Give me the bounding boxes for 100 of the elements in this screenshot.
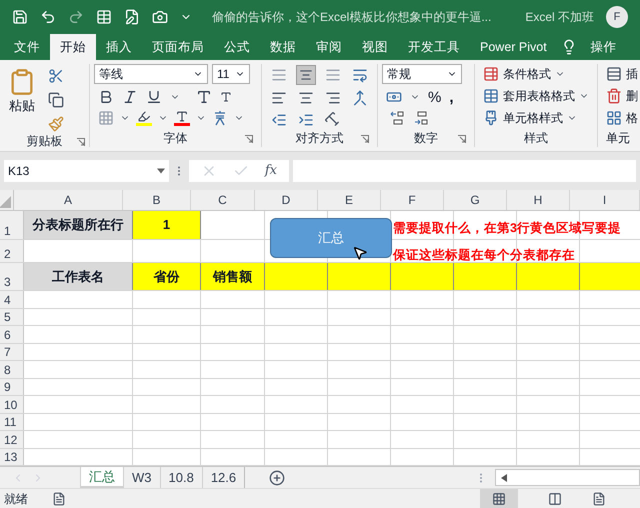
ribbon-tab[interactable]: 开始 (50, 34, 96, 60)
dialog-launcher-icon[interactable] (77, 138, 85, 146)
align-center-icon[interactable] (298, 90, 314, 106)
camera-icon[interactable] (152, 9, 168, 25)
styles-command[interactable]: 套用表格格式 (483, 86, 589, 105)
status-text: 就绪 (4, 490, 28, 508)
ribbon-tab[interactable]: 数据 (260, 34, 306, 60)
rows-icon (606, 66, 622, 82)
row-header[interactable]: 1 (0, 211, 24, 239)
paste-button[interactable]: 粘贴 (0, 64, 40, 132)
ribbon-tab[interactable]: 文件 (4, 34, 50, 60)
grow-font-icon[interactable] (196, 89, 212, 105)
table-icon[interactable] (96, 9, 112, 25)
number-format-field[interactable]: 常规 (382, 64, 462, 84)
formula-field[interactable] (293, 160, 636, 182)
grid-icon (492, 492, 506, 506)
name-box[interactable]: K13 (4, 160, 169, 182)
cells-command[interactable]: 插 (606, 64, 640, 83)
comma-button[interactable]: , (449, 90, 454, 104)
row-header[interactable]: 6 (0, 326, 24, 342)
underline-icon[interactable] (146, 89, 162, 105)
table-icon (483, 66, 499, 82)
table-icon (483, 88, 499, 104)
caret-icon[interactable] (157, 167, 165, 175)
table-cell: 销售额 (201, 263, 265, 290)
row-header[interactable]: 2 (0, 240, 24, 262)
row-header[interactable]: 4 (0, 291, 24, 308)
horizontal-scrollbar[interactable] (495, 469, 640, 486)
ribbon-tab[interactable]: 视图 (352, 34, 398, 60)
cells-command[interactable]: 删 (606, 86, 640, 105)
column-header[interactable]: E (318, 190, 381, 210)
column-header[interactable]: C (191, 190, 255, 210)
group-title: 数字 (414, 130, 438, 147)
row-header[interactable]: 3 (0, 263, 24, 290)
increase-indent-icon[interactable] (298, 112, 314, 128)
styles-command[interactable]: 单元格样式 (483, 108, 589, 127)
mouse-pointer-icon (352, 245, 368, 261)
middle-align-icon[interactable] (296, 64, 316, 85)
decrease-indent-icon[interactable] (271, 112, 288, 128)
percent-button[interactable]: % (428, 90, 442, 104)
ribbon-tab[interactable]: Power Pivot (470, 34, 557, 60)
add-sheet-icon[interactable] (269, 470, 286, 486)
column-header[interactable]: D (255, 190, 318, 210)
column-header[interactable]: G (444, 190, 507, 210)
font-name-field[interactable]: 等线 (94, 64, 208, 84)
group-title: 字体 (164, 130, 188, 147)
ribbon-tab[interactable]: 审阅 (306, 34, 352, 60)
row-header[interactable]: 8 (0, 361, 24, 378)
styles-command[interactable]: 条件格式 (483, 64, 589, 83)
table-cell: 省份 (133, 263, 201, 290)
normal-view-button[interactable] (480, 488, 518, 508)
decrease-decimal-icon[interactable] (414, 110, 430, 126)
account-name: Excel 不加班 (525, 9, 594, 26)
row-header[interactable]: 5 (0, 308, 24, 325)
align-left-icon[interactable] (271, 90, 288, 106)
fill-color-icon[interactable] (136, 110, 152, 126)
trash-icon (606, 88, 622, 104)
sheet-tab[interactable]: 汇总 (80, 467, 123, 488)
align-right-icon[interactable] (324, 90, 341, 106)
row-header[interactable]: 7 (0, 344, 24, 360)
form-icon[interactable] (124, 9, 140, 25)
dialog-launcher-icon[interactable] (245, 135, 253, 143)
cut-icon[interactable] (48, 68, 64, 84)
column-header[interactable]: A (14, 190, 123, 210)
row-header[interactable]: 13 (0, 448, 24, 465)
wrap-text-icon[interactable] (352, 66, 368, 83)
row-header[interactable]: 9 (0, 378, 24, 395)
shrink-font-icon[interactable] (220, 91, 232, 103)
grid-icon (606, 110, 622, 126)
undo-icon[interactable] (40, 9, 56, 25)
row-header[interactable]: 10 (0, 396, 24, 412)
macro-record-icon[interactable] (52, 492, 66, 506)
font-color-icon[interactable] (174, 110, 190, 126)
merge-icon[interactable] (352, 90, 368, 106)
ribbon-tab[interactable]: 开发工具 (398, 34, 470, 60)
column-header[interactable]: F (381, 190, 444, 210)
ribbon-tab[interactable]: 公式 (214, 34, 260, 60)
page-break-icon[interactable] (592, 492, 606, 506)
italic-icon[interactable] (122, 89, 138, 105)
ribbon-tab[interactable]: 插入 (96, 34, 142, 60)
phonetic-icon[interactable] (212, 110, 228, 126)
row-header[interactable]: 12 (0, 431, 24, 448)
cells-command[interactable]: 格 (606, 108, 640, 127)
ribbon-tab[interactable]: 页面布局 (142, 34, 214, 60)
row-header[interactable]: 11 (0, 414, 24, 430)
dialog-launcher-icon[interactable] (458, 135, 466, 143)
ribbon-tab[interactable]: 操作 (580, 34, 627, 60)
note-text: 保证这些标题在每个分表都存在 (393, 247, 575, 264)
copy-icon[interactable] (48, 92, 64, 108)
increase-decimal-icon[interactable] (390, 110, 406, 126)
insert-function-button[interactable]: fx (264, 161, 277, 181)
column-header[interactable]: H (507, 190, 570, 210)
avatar[interactable]: F (606, 6, 628, 28)
dialog-launcher-icon[interactable] (361, 135, 369, 143)
font-size-field[interactable]: 11 (212, 64, 250, 84)
column-header[interactable]: I (570, 190, 640, 210)
column-header[interactable]: B (123, 190, 191, 210)
scroll-left-arrow-icon[interactable] (500, 474, 508, 482)
save-icon[interactable] (12, 9, 28, 25)
page-layout-icon[interactable] (548, 492, 562, 506)
